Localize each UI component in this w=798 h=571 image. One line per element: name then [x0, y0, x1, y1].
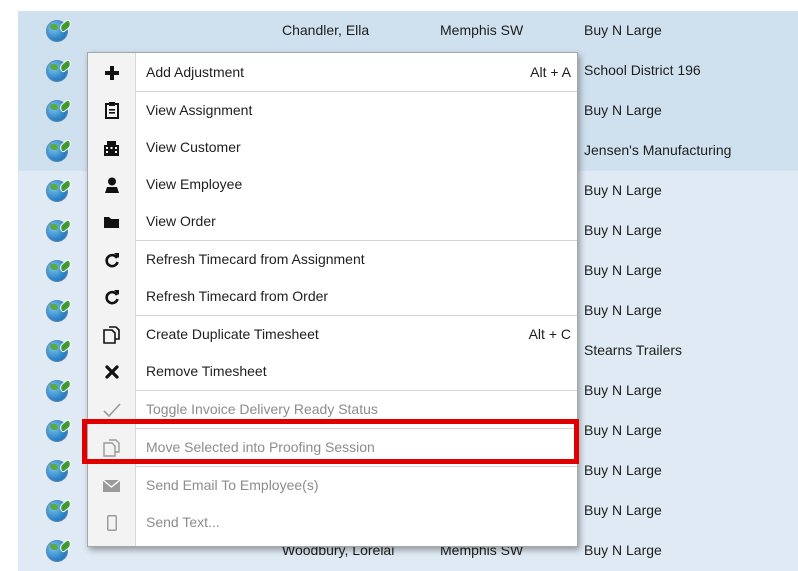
menu-item-label: Send Text...	[146, 514, 220, 530]
highlight-box	[82, 419, 579, 464]
menu-item-label: Add Adjustment	[146, 64, 245, 80]
menu-item-refresh-from-order[interactable]: Refresh Timecard from Order	[88, 278, 577, 315]
customer-name: Buy N Large	[584, 102, 662, 118]
menu-item-view-customer[interactable]: View Customer	[88, 129, 577, 166]
globe-icon	[46, 260, 68, 282]
menu-item-remove-timesheet[interactable]: Remove Timesheet	[88, 353, 577, 390]
menu-item-label: View Customer	[146, 139, 241, 155]
menu-item-label: Refresh Timecard from Order	[146, 288, 329, 304]
menu-item-shortcut: Alt + C	[528, 326, 571, 342]
customer-name: Buy N Large	[584, 302, 662, 318]
envelope-icon	[88, 467, 135, 504]
menu-item-label: Refresh Timecard from Assignment	[146, 251, 365, 267]
menu-item-view-employee[interactable]: View Employee	[88, 166, 577, 203]
globe-icon	[46, 460, 68, 482]
table-row[interactable]: Chandler, Ella Memphis SW Buy N Large	[18, 11, 798, 51]
context-menu: Add Adjustment Alt + A View Assignment V…	[87, 52, 578, 547]
customer-name: Buy N Large	[584, 222, 662, 238]
globe-icon	[46, 20, 68, 42]
refresh-icon	[88, 241, 135, 278]
globe-icon	[46, 60, 68, 82]
customer-name: School District 196	[584, 62, 701, 78]
customer-name: Buy N Large	[584, 182, 662, 198]
duplicate-icon	[88, 316, 135, 353]
menu-item-view-assignment[interactable]: View Assignment	[88, 92, 577, 129]
phone-icon	[88, 504, 135, 541]
menu-item-label: Create Duplicate Timesheet	[146, 326, 319, 342]
refresh-icon	[88, 278, 135, 315]
menu-item-view-order[interactable]: View Order	[88, 203, 577, 240]
menu-item-label: View Assignment	[146, 102, 253, 118]
globe-icon	[46, 340, 68, 362]
menu-item-send-email[interactable]: Send Email To Employee(s)	[88, 467, 577, 504]
plus-icon	[88, 54, 135, 91]
menu-item-label: View Order	[146, 213, 216, 229]
customer-name: Jensen's Manufacturing	[584, 142, 732, 158]
customer-name: Buy N Large	[584, 502, 662, 518]
building-icon	[88, 129, 135, 166]
person-icon	[88, 166, 135, 203]
menu-item-send-text[interactable]: Send Text...	[88, 504, 577, 541]
menu-item-create-duplicate[interactable]: Create Duplicate Timesheet Alt + C	[88, 316, 577, 353]
menu-item-label: Remove Timesheet	[146, 363, 267, 379]
globe-icon	[46, 220, 68, 242]
x-icon	[88, 353, 135, 390]
globe-icon	[46, 100, 68, 122]
customer-name: Buy N Large	[584, 542, 662, 558]
globe-icon	[46, 140, 68, 162]
customer-name: Buy N Large	[584, 262, 662, 278]
menu-item-refresh-from-assignment[interactable]: Refresh Timecard from Assignment	[88, 241, 577, 278]
menu-item-add-adjustment[interactable]: Add Adjustment Alt + A	[88, 54, 577, 91]
globe-icon	[46, 180, 68, 202]
globe-icon	[46, 540, 68, 562]
customer-name: Buy N Large	[584, 422, 662, 438]
customer-name: Buy N Large	[584, 462, 662, 478]
menu-item-label: Toggle Invoice Delivery Ready Status	[146, 401, 378, 417]
branch-name: Memphis SW	[440, 22, 524, 38]
globe-icon	[46, 500, 68, 522]
customer-name: Buy N Large	[584, 22, 662, 38]
customer-name: Stearns Trailers	[584, 342, 683, 358]
menu-item-label: View Employee	[146, 176, 243, 192]
globe-icon	[46, 300, 68, 322]
globe-icon	[46, 380, 68, 402]
clipboard-icon	[88, 92, 135, 129]
globe-icon	[46, 420, 68, 442]
customer-name: Buy N Large	[584, 382, 662, 398]
menu-item-label: Send Email To Employee(s)	[146, 477, 319, 493]
menu-item-shortcut: Alt + A	[530, 64, 571, 80]
employee-name: Chandler, Ella	[282, 22, 370, 38]
folder-icon	[88, 203, 135, 240]
